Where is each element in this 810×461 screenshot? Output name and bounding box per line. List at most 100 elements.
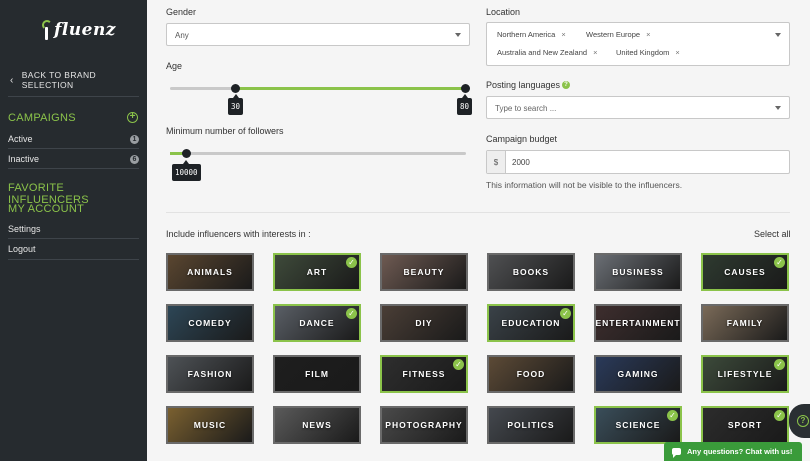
remove-chip-icon[interactable]: × — [593, 48, 597, 57]
logo-icon — [42, 20, 52, 40]
chevron-down-icon — [455, 32, 461, 37]
sidebar-item-label: Active — [8, 134, 33, 144]
interest-tile[interactable]: LIFESTYLE ✓ — [701, 355, 789, 393]
my-account-heading[interactable]: MY ACCOUNT — [8, 203, 84, 215]
budget-value[interactable]: 2000 — [506, 151, 530, 173]
posting-languages-label: Posting languages — [486, 80, 561, 90]
chevron-down-icon — [775, 105, 781, 110]
interest-label: POLITICS — [507, 420, 555, 430]
chevron-down-icon — [775, 33, 781, 37]
location-chip[interactable]: United Kingdom × — [616, 48, 680, 57]
interest-label: SCIENCE — [615, 420, 661, 430]
interest-tile[interactable]: COMEDY — [166, 304, 254, 342]
age-label: Age — [166, 61, 183, 71]
sidebar-divider — [8, 259, 139, 260]
interest-tile[interactable]: BEAUTY — [380, 253, 468, 291]
age-slider-range — [235, 87, 466, 90]
interest-tile[interactable]: CAUSES ✓ — [701, 253, 789, 291]
interest-label: LIFESTYLE — [717, 369, 773, 379]
interest-label: ENTERTAINMENT — [595, 318, 681, 328]
interest-tile[interactable]: EDUCATION ✓ — [487, 304, 575, 342]
interest-label: PHOTOGRAPHY — [385, 420, 463, 430]
age-max-handle[interactable] — [461, 84, 470, 93]
sidebar-divider — [8, 96, 139, 97]
sidebar-item-active[interactable]: Active 1 — [8, 134, 139, 144]
interest-tile[interactable]: PHOTOGRAPHY — [380, 406, 468, 444]
interest-label: DIY — [415, 318, 433, 328]
interest-tile[interactable]: SPORT ✓ — [701, 406, 789, 444]
chat-button[interactable]: Any questions? Chat with us! — [664, 442, 802, 461]
add-campaign-icon[interactable]: + — [127, 112, 138, 123]
interest-tile[interactable]: FOOD — [487, 355, 575, 393]
campaigns-heading[interactable]: CAMPAIGNS — [8, 112, 76, 124]
interest-tile[interactable]: FAMILY — [701, 304, 789, 342]
checkmark-icon: ✓ — [346, 308, 357, 319]
interest-label: ART — [306, 267, 328, 277]
interest-tile[interactable]: SCIENCE ✓ — [594, 406, 682, 444]
interest-label: BEAUTY — [403, 267, 445, 277]
age-min-tooltip: 30 — [228, 94, 244, 115]
interest-tile[interactable]: ANIMALS — [166, 253, 254, 291]
interest-label: FASHION — [187, 369, 233, 379]
location-chip[interactable]: Northern America × — [497, 30, 566, 39]
location-multiselect[interactable] — [486, 22, 790, 66]
help-widget-button[interactable]: ? — [789, 404, 810, 438]
interest-tile[interactable]: FILM — [273, 355, 361, 393]
sidebar-item-logout[interactable]: Logout — [8, 244, 139, 254]
remove-chip-icon[interactable]: × — [675, 48, 679, 57]
interest-label: FOOD — [516, 369, 546, 379]
remove-chip-icon[interactable]: × — [646, 30, 650, 39]
interest-label: FITNESS — [402, 369, 446, 379]
interest-tile[interactable]: DANCE ✓ — [273, 304, 361, 342]
sidebar: fluenz ‹ BACK TO BRAND SELECTION CAMPAIG… — [0, 0, 147, 461]
followers-slider-track[interactable] — [170, 152, 466, 155]
checkmark-icon: ✓ — [667, 410, 678, 421]
interest-tile[interactable]: GAMING — [594, 355, 682, 393]
interest-label: BOOKS — [512, 267, 550, 277]
followers-tooltip: 10000 — [172, 160, 201, 181]
age-max-tooltip: 80 — [457, 94, 473, 115]
sidebar-divider — [8, 238, 139, 239]
sidebar-item-settings[interactable]: Settings — [8, 224, 139, 234]
interest-tile[interactable]: ENTERTAINMENT — [594, 304, 682, 342]
fluenz-logo[interactable]: fluenz — [42, 20, 116, 40]
age-min-handle[interactable] — [231, 84, 240, 93]
interest-label: NEWS — [302, 420, 332, 430]
section-divider — [166, 212, 790, 213]
campaign-budget-input[interactable]: $ 2000 — [486, 150, 790, 174]
interest-tile[interactable]: POLITICS — [487, 406, 575, 444]
checkmark-icon: ✓ — [346, 257, 357, 268]
interest-tile[interactable]: DIY — [380, 304, 468, 342]
interest-label: MUSIC — [193, 420, 227, 430]
interest-label: FILM — [305, 369, 329, 379]
interest-tile[interactable]: BOOKS — [487, 253, 575, 291]
location-label: Location — [486, 7, 521, 17]
select-all-link[interactable]: Select all — [754, 229, 791, 239]
interest-label: FAMILY — [726, 318, 764, 328]
budget-hint: This information will not be visible to … — [486, 180, 683, 190]
location-chip[interactable]: Western Europe × — [586, 30, 650, 39]
interest-label: ANIMALS — [187, 267, 233, 277]
sidebar-divider — [8, 168, 139, 169]
help-icon[interactable]: ? — [562, 81, 570, 89]
back-to-brand-selection-link[interactable]: ‹ BACK TO BRAND SELECTION — [10, 70, 147, 90]
interest-tile[interactable]: FITNESS ✓ — [380, 355, 468, 393]
sidebar-item-inactive[interactable]: Inactive 6 — [8, 154, 139, 164]
interest-tile[interactable]: NEWS — [273, 406, 361, 444]
interest-label: GAMING — [617, 369, 659, 379]
languages-search-select[interactable]: Type to search ... — [486, 96, 790, 119]
checkmark-icon: ✓ — [774, 359, 785, 370]
location-chip[interactable]: Australia and New Zealand × — [497, 48, 597, 57]
currency-addon: $ — [487, 151, 506, 173]
interest-tile[interactable]: FASHION — [166, 355, 254, 393]
interest-tile[interactable]: ART ✓ — [273, 253, 361, 291]
interest-tile[interactable]: BUSINESS — [594, 253, 682, 291]
checkmark-icon: ✓ — [774, 410, 785, 421]
remove-chip-icon[interactable]: × — [561, 30, 565, 39]
gender-select[interactable]: Any — [166, 23, 470, 46]
interest-tile[interactable]: MUSIC — [166, 406, 254, 444]
logo-text: fluenz — [54, 20, 116, 40]
followers-handle[interactable] — [182, 149, 191, 158]
count-badge: 1 — [130, 134, 139, 144]
gender-value: Any — [175, 31, 189, 40]
